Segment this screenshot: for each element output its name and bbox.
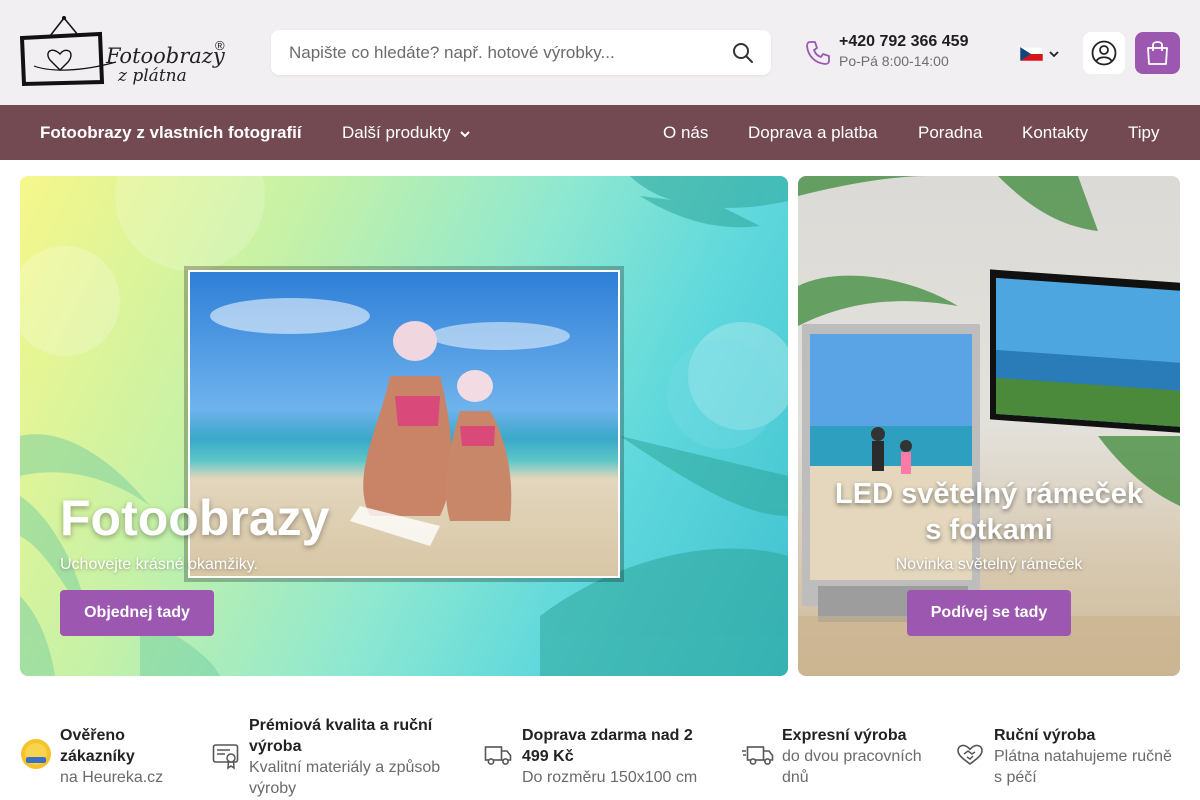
site-header: Fotoobrazy z plátna ® +420 792 366 459 P… (0, 0, 1200, 105)
user-account-button[interactable] (1083, 32, 1125, 74)
usp-title-line2: výroba (249, 738, 302, 755)
nav-item-advice[interactable]: Poradna (918, 123, 982, 143)
usp-title-line1: Ruční výroba (994, 727, 1096, 744)
hero-right-subtitle: Novinka světelný rámeček (895, 556, 1083, 573)
logo-registered-mark: ® (215, 38, 225, 53)
usp-title-line2: 499 Kč (522, 748, 574, 765)
usp-subtitle-line1: Kvalitní materiály a způsob (249, 759, 441, 776)
cart-button[interactable] (1135, 32, 1180, 74)
order-here-button[interactable]: Objednej tady (60, 590, 214, 636)
hero-left-title: Fotoobrazy (60, 490, 330, 546)
usp-item: Doprava zdarma nad 2 499 Kč Do rozměru 1… (484, 700, 724, 800)
usp-item: Prémiová kvalita a ruční výroba Kvalitní… (212, 700, 462, 800)
search-bar (271, 30, 771, 75)
nav-item-about[interactable]: O nás (663, 123, 708, 143)
opening-hours: Po-Pá 8:00-14:00 (839, 53, 949, 69)
shopping-bag-icon (1147, 41, 1168, 65)
truck-icon (484, 746, 512, 765)
site-logo[interactable]: Fotoobrazy z plátna ® (19, 16, 230, 90)
language-selector[interactable] (1020, 45, 1064, 63)
usp-subtitle-line2: s péčí (994, 769, 1037, 786)
hero-right-title-line1: LED světelný rámeček (835, 478, 1143, 510)
hero-right-title-line2: s fotkami (925, 514, 1053, 546)
nav-item-tips[interactable]: Tipy (1128, 123, 1160, 143)
hero-banner-led-frame[interactable]: LED světelný rámeček s fotkami Novinka s… (798, 176, 1180, 676)
usp-item: Expresní výroba do dvou pracovních dnů (742, 700, 942, 800)
usp-subtitle-line2: výroby (249, 780, 297, 797)
usp-subtitle-line2: dnů (782, 769, 809, 786)
hero-banner-photo-canvas[interactable]: Fotoobrazy Uchovejte krásné okamžiky. Ob… (20, 176, 788, 676)
nav-item-shipping[interactable]: Doprava a platba (748, 123, 877, 143)
phone-number[interactable]: +420 792 366 459 (839, 33, 968, 51)
usp-title-line1: Ověřeno (60, 727, 125, 744)
usp-title-line1: Prémiová kvalita a ruční (249, 717, 433, 734)
heureka-badge-icon (21, 739, 51, 769)
usp-item: Ověřeno zákazníky na Heureka.cz (20, 700, 200, 800)
nav-item-photo-canvas[interactable]: Fotoobrazy z vlastních fotografií (40, 123, 302, 143)
search-input[interactable] (271, 30, 711, 75)
usp-item: Ruční výroba Plátna natahujeme ručně s p… (956, 700, 1186, 800)
look-here-button[interactable]: Podívej se tady (907, 590, 1071, 636)
usp-title-line1: Expresní výroba (782, 727, 907, 744)
search-button[interactable] (731, 41, 755, 65)
chevron-down-icon (1049, 51, 1059, 58)
usp-title-line1: Doprava zdarma nad 2 (522, 727, 693, 744)
chevron-down-icon (460, 130, 471, 137)
usp-subtitle: na Heureka.cz (60, 769, 164, 786)
usp-subtitle-line1: Plátna natahujeme ručně (994, 748, 1172, 765)
user-icon (1091, 40, 1117, 66)
logo-text-line1: Fotoobrazy (106, 44, 225, 68)
usp-strip: Ověřeno zákazníky na Heureka.cz Prémiová… (0, 700, 1200, 800)
phone-icon (804, 39, 832, 67)
fast-truck-icon (742, 746, 774, 765)
nav-item-more-products-label: Další produkty (342, 123, 451, 142)
usp-subtitle-line1: do dvou pracovních (782, 748, 922, 765)
main-navigation: Fotoobrazy z vlastních fotografií Další … (0, 105, 1200, 160)
hero-left-subtitle: Uchovejte krásné okamžiky. (60, 556, 258, 573)
hero-right-title: LED světelný rámeček s fotkami (798, 476, 1180, 548)
handshake-icon (957, 744, 983, 765)
usp-title-line2: zákazníky (60, 748, 135, 765)
certificate-icon (212, 744, 239, 770)
nav-item-more-products[interactable]: Další produkty (342, 123, 471, 143)
usp-subtitle: Do rozměru 150x100 cm (522, 769, 698, 786)
search-icon (733, 43, 753, 63)
nav-item-contacts[interactable]: Kontakty (1022, 123, 1088, 143)
czech-flag-icon (1020, 47, 1043, 61)
logo-text-line2: z plátna (118, 66, 187, 86)
